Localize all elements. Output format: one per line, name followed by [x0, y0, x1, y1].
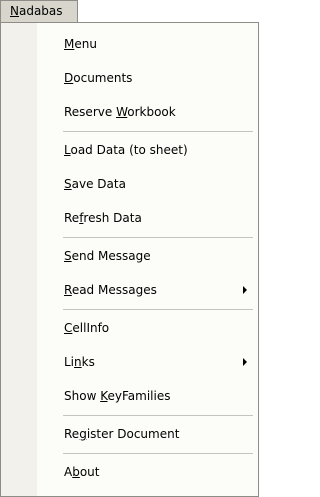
- menu-icon-gutter: [1, 23, 37, 496]
- menu-item-label-rest: ead Messages: [71, 283, 157, 297]
- menu-item-send-message[interactable]: Send Message: [37, 239, 258, 273]
- menu-item-load-data[interactable]: Load Data (to sheet): [37, 133, 258, 167]
- menu-item-label-pre: Re: [64, 427, 80, 441]
- menu-item-label-rest: ister Document: [86, 427, 180, 441]
- menu-item-show-keyfamilies[interactable]: Show KeyFamilies: [37, 379, 258, 413]
- menubar-item-nadabas[interactable]: Nadabas: [0, 0, 78, 22]
- menu-item-label-pre: A: [64, 465, 73, 479]
- menu-item-reserve-workbook[interactable]: Reserve Workbook: [37, 95, 258, 129]
- menu-item-label-mnemonic: D: [64, 71, 74, 85]
- menu-item-documents[interactable]: Documents: [37, 61, 258, 95]
- menu-item-about[interactable]: About: [37, 455, 258, 489]
- menu-item-label-rest: enu: [74, 37, 97, 51]
- menu-item-links[interactable]: Links: [37, 345, 258, 379]
- menu-item-label-mnemonic: M: [64, 37, 75, 51]
- menu-item-label-rest: resh Data: [83, 211, 142, 225]
- menu-separator: [63, 131, 253, 132]
- menu-item-read-messages[interactable]: Read Messages: [37, 273, 258, 307]
- menu-item-label-rest: ave Data: [71, 177, 126, 191]
- menu-separator: [63, 309, 253, 310]
- submenu-arrow-icon: [243, 358, 247, 366]
- menu-separator: [63, 453, 253, 454]
- menu-item-label-mnemonic: S: [64, 177, 72, 191]
- menu-item-label-rest: orkbook: [127, 105, 176, 119]
- nadabas-dropdown-menu: Menu Documents Reserve Workbook Load Dat…: [0, 22, 259, 497]
- menu-item-menu[interactable]: Menu: [37, 27, 258, 61]
- menu-item-register-document[interactable]: Register Document: [37, 417, 258, 451]
- menu-item-refresh-data[interactable]: Refresh Data: [37, 201, 258, 235]
- menu-item-label-rest: ks: [81, 355, 95, 369]
- menu-separator: [63, 237, 253, 238]
- menu-item-label-rest: ellInfo: [72, 321, 110, 335]
- menu-item-label-mnemonic: W: [116, 105, 128, 119]
- menu-item-label-mnemonic: n: [74, 355, 82, 369]
- menubar-label-rest: adabas: [18, 4, 63, 18]
- menu-item-label-pre: Re: [64, 211, 80, 225]
- menu-item-label-pre: Li: [64, 355, 75, 369]
- menu-item-label-mnemonic: S: [64, 249, 72, 263]
- menu-item-label-mnemonic: b: [72, 465, 80, 479]
- submenu-arrow-icon: [243, 286, 247, 294]
- menu-item-cellinfo[interactable]: CellInfo: [37, 311, 258, 345]
- menu-item-label-rest: ocuments: [73, 71, 133, 85]
- menu-item-label-rest: eyFamilies: [107, 389, 171, 403]
- menu-item-label-rest: oad Data (to sheet): [70, 143, 188, 157]
- menu-item-label-pre: Show: [64, 389, 101, 403]
- menu-separator: [63, 415, 253, 416]
- menu-item-label-rest: end Message: [71, 249, 151, 263]
- menu-item-save-data[interactable]: Save Data: [37, 167, 258, 201]
- menu-item-label-rest: out: [79, 465, 100, 479]
- menu-item-label-mnemonic: R: [64, 283, 72, 297]
- menu-item-label-pre: Reserve: [64, 105, 117, 119]
- menu-item-label-mnemonic: g: [79, 427, 87, 441]
- menubar-label-mnemonic: N: [10, 4, 19, 18]
